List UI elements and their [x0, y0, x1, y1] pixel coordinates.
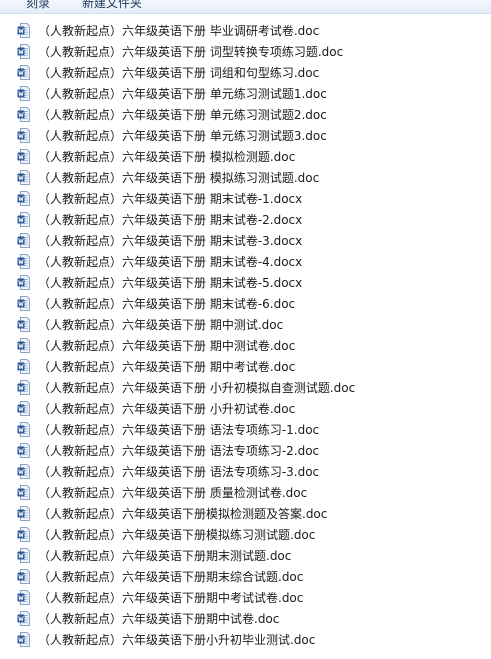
file-name: （人教新起点）六年级英语下册 模拟检测题.doc	[38, 150, 296, 164]
word-doc-icon	[17, 380, 30, 395]
word-doc-icon	[17, 317, 30, 332]
file-name: （人教新起点）六年级英语下册 期中考试卷.doc	[38, 360, 296, 374]
file-item[interactable]: （人教新起点）六年级英语下册 期末试卷-1.docx	[0, 188, 491, 209]
file-name: （人教新起点）六年级英语下册 期末试卷-2.docx	[38, 213, 303, 227]
word-doc-icon	[17, 359, 30, 374]
file-name: （人教新起点）六年级英语下册期末测试题.doc	[38, 549, 292, 563]
word-docx-icon	[17, 254, 30, 269]
file-item[interactable]: （人教新起点）六年级英语下册模拟练习测试题.doc	[0, 524, 491, 545]
word-doc-icon	[17, 590, 30, 605]
file-item[interactable]: （人教新起点）六年级英语下册 小升初试卷.doc	[0, 398, 491, 419]
word-doc-icon	[17, 569, 30, 584]
word-doc-icon	[17, 611, 30, 626]
file-item[interactable]: （人教新起点）六年级英语下册 期中测试卷.doc	[0, 335, 491, 356]
file-name: （人教新起点）六年级英语下册 期中测试卷.doc	[38, 339, 296, 353]
word-doc-icon	[17, 443, 30, 458]
file-name: （人教新起点）六年级英语下册期中考试试卷.doc	[38, 591, 304, 605]
word-doc-icon	[17, 422, 30, 437]
file-item[interactable]: （人教新起点）六年级英语下册期末综合试题.doc	[0, 566, 491, 587]
file-name: （人教新起点）六年级英语下册 期中测试.doc	[38, 318, 284, 332]
file-name: （人教新起点）六年级英语下册 词组和句型练习.doc	[38, 66, 320, 80]
word-docx-icon	[17, 191, 30, 206]
file-name: （人教新起点）六年级英语下册 单元练习测试题3.doc	[38, 129, 327, 143]
file-name: （人教新起点）六年级英语下册 模拟练习测试题.doc	[38, 171, 320, 185]
word-doc-icon	[17, 128, 30, 143]
file-list: （人教新起点）六年级英语下册 毕业调研考试卷.doc （人教新起点）六年级英语下册…	[0, 20, 491, 650]
word-doc-icon	[17, 65, 30, 80]
file-name: （人教新起点）六年级英语下册 毕业调研考试卷.doc	[38, 24, 320, 38]
word-doc-icon	[17, 23, 30, 38]
file-item[interactable]: （人教新起点）六年级英语下册 期末试卷-6.doc	[0, 293, 491, 314]
file-name: （人教新起点）六年级英语下册 期末试卷-1.docx	[38, 192, 303, 206]
burn-button[interactable]: 刻录	[26, 0, 50, 11]
file-item[interactable]: （人教新起点）六年级英语下册 模拟练习测试题.doc	[0, 167, 491, 188]
explorer-window: 刻录 新建文件夹 （人教新起点）六年级英语下册 毕业调研考试卷.doc （人教新起…	[0, 0, 491, 659]
word-doc-icon	[17, 296, 30, 311]
file-name: （人教新起点）六年级英语下册 词型转换专项练习题.doc	[38, 45, 344, 59]
file-name: （人教新起点）六年级英语下册模拟检测题及答案.doc	[38, 507, 328, 521]
word-docx-icon	[17, 275, 30, 290]
file-item[interactable]: （人教新起点）六年级英语下册小升初毕业测试.doc	[0, 629, 491, 650]
file-name: （人教新起点）六年级英语下册 小升初模拟自查测试题.doc	[38, 381, 356, 395]
file-item[interactable]: （人教新起点）六年级英语下册 期末试卷-2.docx	[0, 209, 491, 230]
file-item[interactable]: （人教新起点）六年级英语下册 期中测试.doc	[0, 314, 491, 335]
file-item[interactable]: （人教新起点）六年级英语下册 期中考试卷.doc	[0, 356, 491, 377]
word-doc-icon	[17, 44, 30, 59]
file-item[interactable]: （人教新起点）六年级英语下册 单元练习测试题2.doc	[0, 104, 491, 125]
file-item[interactable]: （人教新起点）六年级英语下册 语法专项练习-3.doc	[0, 461, 491, 482]
file-item[interactable]: （人教新起点）六年级英语下册 词型转换专项练习题.doc	[0, 41, 491, 62]
file-item[interactable]: （人教新起点）六年级英语下册 期末试卷-4.docx	[0, 251, 491, 272]
file-name: （人教新起点）六年级英语下册小升初毕业测试.doc	[38, 633, 316, 647]
file-name: （人教新起点）六年级英语下册 期末试卷-5.docx	[38, 276, 303, 290]
file-name: （人教新起点）六年级英语下册 期末试卷-3.docx	[38, 234, 303, 248]
file-item[interactable]: （人教新起点）六年级英语下册 语法专项练习-1.doc	[0, 419, 491, 440]
file-item[interactable]: （人教新起点）六年级英语下册期中试卷.doc	[0, 608, 491, 629]
word-doc-icon	[17, 107, 30, 122]
word-doc-icon	[17, 632, 30, 647]
word-doc-icon	[17, 506, 30, 521]
file-name: （人教新起点）六年级英语下册 单元练习测试题1.doc	[38, 87, 327, 101]
file-item[interactable]: （人教新起点）六年级英语下册 毕业调研考试卷.doc	[0, 20, 491, 41]
file-item[interactable]: （人教新起点）六年级英语下册 语法专项练习-2.doc	[0, 440, 491, 461]
word-docx-icon	[17, 233, 30, 248]
word-doc-icon	[17, 548, 30, 563]
file-item[interactable]: （人教新起点）六年级英语下册 期末试卷-3.docx	[0, 230, 491, 251]
word-doc-icon	[17, 170, 30, 185]
file-item[interactable]: （人教新起点）六年级英语下册 词组和句型练习.doc	[0, 62, 491, 83]
word-doc-icon	[17, 485, 30, 500]
file-name: （人教新起点）六年级英语下册 质量检测试卷.doc	[38, 486, 308, 500]
word-doc-icon	[17, 149, 30, 164]
file-name: （人教新起点）六年级英语下册期中试卷.doc	[38, 612, 280, 626]
file-item[interactable]: （人教新起点）六年级英语下册 模拟检测题.doc	[0, 146, 491, 167]
file-name: （人教新起点）六年级英语下册 语法专项练习-2.doc	[38, 444, 320, 458]
word-doc-icon	[17, 86, 30, 101]
file-item[interactable]: （人教新起点）六年级英语下册 期末试卷-5.docx	[0, 272, 491, 293]
file-item[interactable]: （人教新起点）六年级英语下册 质量检测试卷.doc	[0, 482, 491, 503]
file-name: （人教新起点）六年级英语下册期末综合试题.doc	[38, 570, 304, 584]
file-item[interactable]: （人教新起点）六年级英语下册 单元练习测试题3.doc	[0, 125, 491, 146]
word-doc-icon	[17, 338, 30, 353]
command-bar: 刻录 新建文件夹	[0, 0, 491, 14]
word-doc-icon	[17, 464, 30, 479]
file-name: （人教新起点）六年级英语下册 期末试卷-6.doc	[38, 297, 296, 311]
file-name: （人教新起点）六年级英语下册 期末试卷-4.docx	[38, 255, 303, 269]
file-name: （人教新起点）六年级英语下册 小升初试卷.doc	[38, 402, 296, 416]
file-name: （人教新起点）六年级英语下册 语法专项练习-1.doc	[38, 423, 320, 437]
word-doc-icon	[17, 527, 30, 542]
file-item[interactable]: （人教新起点）六年级英语下册模拟检测题及答案.doc	[0, 503, 491, 524]
file-item[interactable]: （人教新起点）六年级英语下册 单元练习测试题1.doc	[0, 83, 491, 104]
file-name: （人教新起点）六年级英语下册 语法专项练习-3.doc	[38, 465, 320, 479]
new-folder-button[interactable]: 新建文件夹	[82, 0, 142, 11]
file-name: （人教新起点）六年级英语下册 单元练习测试题2.doc	[38, 108, 327, 122]
file-item[interactable]: （人教新起点）六年级英语下册期末测试题.doc	[0, 545, 491, 566]
word-doc-icon	[17, 401, 30, 416]
file-name: （人教新起点）六年级英语下册模拟练习测试题.doc	[38, 528, 316, 542]
word-docx-icon	[17, 212, 30, 227]
file-item[interactable]: （人教新起点）六年级英语下册 小升初模拟自查测试题.doc	[0, 377, 491, 398]
file-item[interactable]: （人教新起点）六年级英语下册期中考试试卷.doc	[0, 587, 491, 608]
